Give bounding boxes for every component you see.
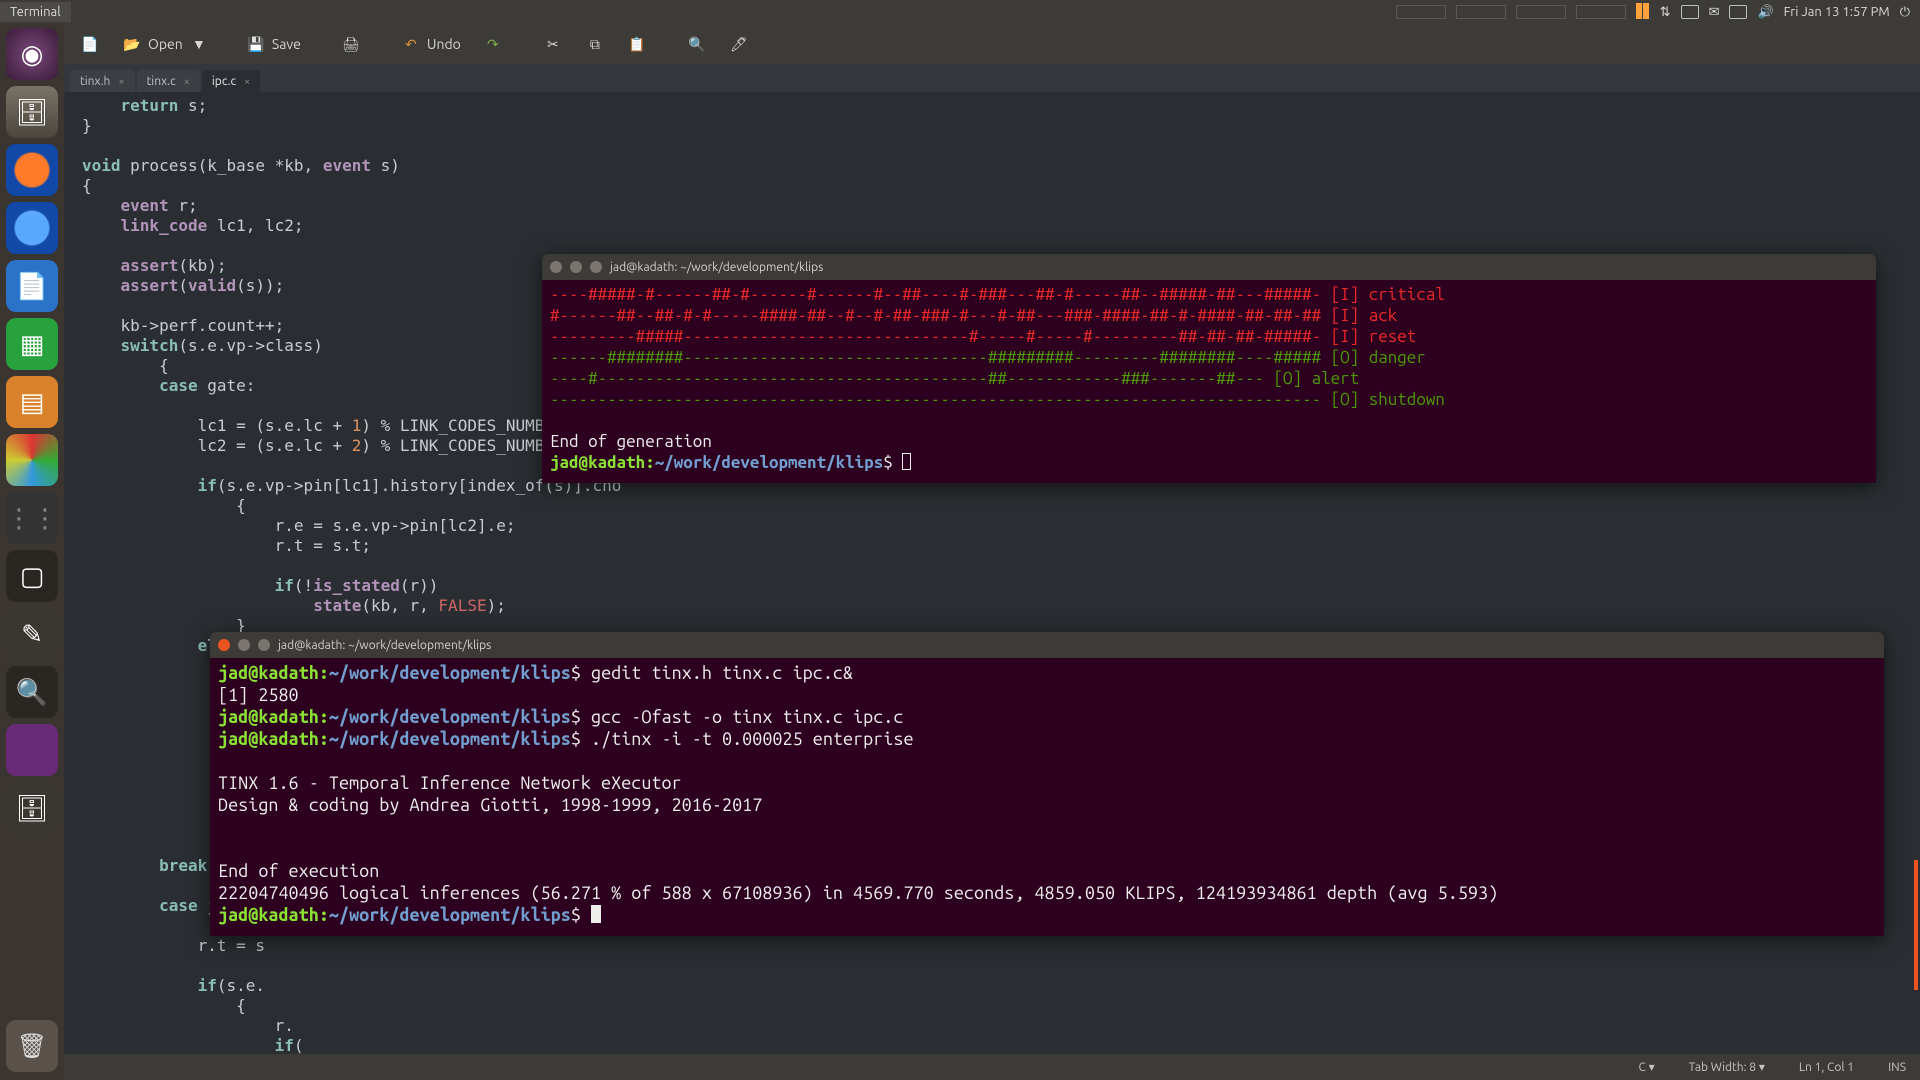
close-icon[interactable]: × — [118, 76, 124, 88]
terminal-title: jad@kadath: ~/work/development/klips — [610, 261, 823, 274]
mail-icon[interactable]: ✉ — [1709, 5, 1720, 20]
videos-icon[interactable]: ⋮⋮ — [6, 492, 58, 544]
session-icon[interactable]: ⏻ — [1900, 5, 1910, 20]
tab-tinx-c[interactable]: tinx.c × — [137, 70, 200, 92]
writer-icon[interactable]: 📄 — [6, 260, 58, 312]
copy-icon: ⧉ — [585, 34, 605, 54]
replace-button[interactable]: 🖊 — [721, 31, 757, 57]
print-button[interactable]: 🖨 — [333, 31, 369, 57]
text-editor-icon[interactable]: ✎ — [6, 608, 58, 660]
active-app-label: Terminal — [0, 2, 71, 22]
indicator-cell — [1576, 5, 1626, 19]
cut-icon: ✂ — [543, 34, 563, 54]
minimize-icon[interactable] — [238, 639, 250, 651]
dash-icon[interactable]: ◉ — [6, 28, 58, 80]
open-label: Open — [148, 36, 183, 52]
undo-button[interactable]: ↶ Undo — [393, 31, 469, 57]
cursor-position: Ln 1, Col 1 — [1799, 1061, 1854, 1074]
drive-icon[interactable]: 🗄 — [6, 782, 58, 834]
find-icon: 🔍 — [687, 34, 707, 54]
sync-icon[interactable]: ⇅ — [1660, 5, 1671, 20]
new-file-icon: 📄 — [80, 34, 100, 54]
terminal-titlebar[interactable]: jad@kadath: ~/work/development/klips — [210, 632, 1884, 658]
battery-icon[interactable] — [1729, 5, 1747, 19]
system-tray: ⇅ ✉ 🔊 Fri Jan 13 1:57 PM ⏻ — [1386, 3, 1920, 22]
paste-icon: 📋 — [627, 34, 647, 54]
lang-selector[interactable]: C ▾ — [1638, 1060, 1654, 1074]
tab-label: tinx.c — [147, 75, 176, 88]
scrollbar-indicator[interactable] — [1914, 860, 1918, 990]
tab-label: ipc.c — [212, 75, 236, 88]
tab-tinx-h[interactable]: tinx.h × — [70, 70, 135, 92]
search-icon[interactable]: 🔍 — [6, 666, 58, 718]
close-icon[interactable]: × — [184, 76, 190, 88]
terminal-window-1[interactable]: jad@kadath: ~/work/development/klips ---… — [542, 254, 1876, 483]
clock-label[interactable]: Fri Jan 13 1:57 PM — [1784, 5, 1890, 19]
minimize-icon[interactable] — [570, 261, 582, 273]
gedit-tabs: tinx.h × tinx.c × ipc.c × — [64, 64, 1920, 92]
thunderbird-icon[interactable] — [6, 202, 58, 254]
keyboard-icon[interactable] — [1681, 5, 1699, 19]
trash-icon[interactable]: 🗑 — [6, 1020, 58, 1072]
maximize-icon[interactable] — [258, 639, 270, 651]
top-panel: Terminal ⇅ ✉ 🔊 Fri Jan 13 1:57 PM ⏻ — [0, 0, 1920, 24]
redo-button[interactable]: ↷ — [475, 31, 511, 57]
terminal-titlebar[interactable]: jad@kadath: ~/work/development/klips — [542, 254, 1876, 280]
save-label: Save — [272, 36, 301, 52]
save-icon: 💾 — [246, 34, 266, 54]
copy-button[interactable]: ⧉ — [577, 31, 613, 57]
close-icon[interactable] — [218, 639, 230, 651]
find-button[interactable]: 🔍 — [679, 31, 715, 57]
close-icon[interactable] — [550, 261, 562, 273]
undo-icon: ↶ — [401, 34, 421, 54]
open-icon: 📂 — [122, 34, 142, 54]
gedit-toolbar: 📄 📂 Open ▼ 💾 Save 🖨 ↶ Undo ↷ ✂ ⧉ 📋 🔍 🖊 — [64, 24, 1920, 64]
indicator-bars — [1636, 3, 1650, 22]
terminal-output[interactable]: jad@kadath:~/work/development/klips$ ged… — [210, 658, 1884, 936]
close-icon[interactable]: × — [244, 76, 250, 88]
new-button[interactable]: 📄 — [72, 31, 108, 57]
tab-label: tinx.h — [80, 75, 110, 88]
indicator-cell — [1456, 5, 1506, 19]
terminal-output[interactable]: ----#####-#------##-#------#------#--##-… — [542, 280, 1876, 483]
terminal-icon[interactable]: ▢ — [6, 550, 58, 602]
gedit-statusbar: C ▾ Tab Width: 8 ▾ Ln 1, Col 1 INS — [64, 1054, 1920, 1080]
print-icon: 🖨 — [341, 34, 361, 54]
undo-label: Undo — [427, 36, 461, 52]
tab-ipc-c[interactable]: ipc.c × — [202, 70, 260, 92]
sound-icon[interactable]: 🔊 — [1757, 5, 1773, 20]
impress-icon[interactable]: ▤ — [6, 376, 58, 428]
insert-mode: INS — [1888, 1061, 1906, 1074]
calc-icon[interactable]: ▦ — [6, 318, 58, 370]
files-icon[interactable]: 🗄 — [6, 86, 58, 138]
replace-icon: 🖊 — [729, 34, 749, 54]
launcher: ◉ 🗄 📄 ▦ ▤ ⋮⋮ ▢ ✎ 🔍 🗄 🗑 — [0, 24, 64, 1080]
paste-button[interactable]: 📋 — [619, 31, 655, 57]
tabwidth-selector[interactable]: Tab Width: 8 ▾ — [1689, 1060, 1765, 1074]
terminal-title: jad@kadath: ~/work/development/klips — [278, 639, 491, 652]
software-icon[interactable] — [6, 434, 58, 486]
cut-button[interactable]: ✂ — [535, 31, 571, 57]
indicator-cell — [1516, 5, 1566, 19]
maximize-icon[interactable] — [590, 261, 602, 273]
firefox-icon[interactable] — [6, 144, 58, 196]
indicator-cell — [1396, 5, 1446, 19]
save-button[interactable]: 💾 Save — [238, 31, 309, 57]
open-button[interactable]: 📂 Open ▼ — [114, 31, 214, 57]
app-icon[interactable] — [6, 724, 58, 776]
terminal-window-2[interactable]: jad@kadath: ~/work/development/klips jad… — [210, 632, 1884, 936]
redo-icon: ↷ — [483, 34, 503, 54]
